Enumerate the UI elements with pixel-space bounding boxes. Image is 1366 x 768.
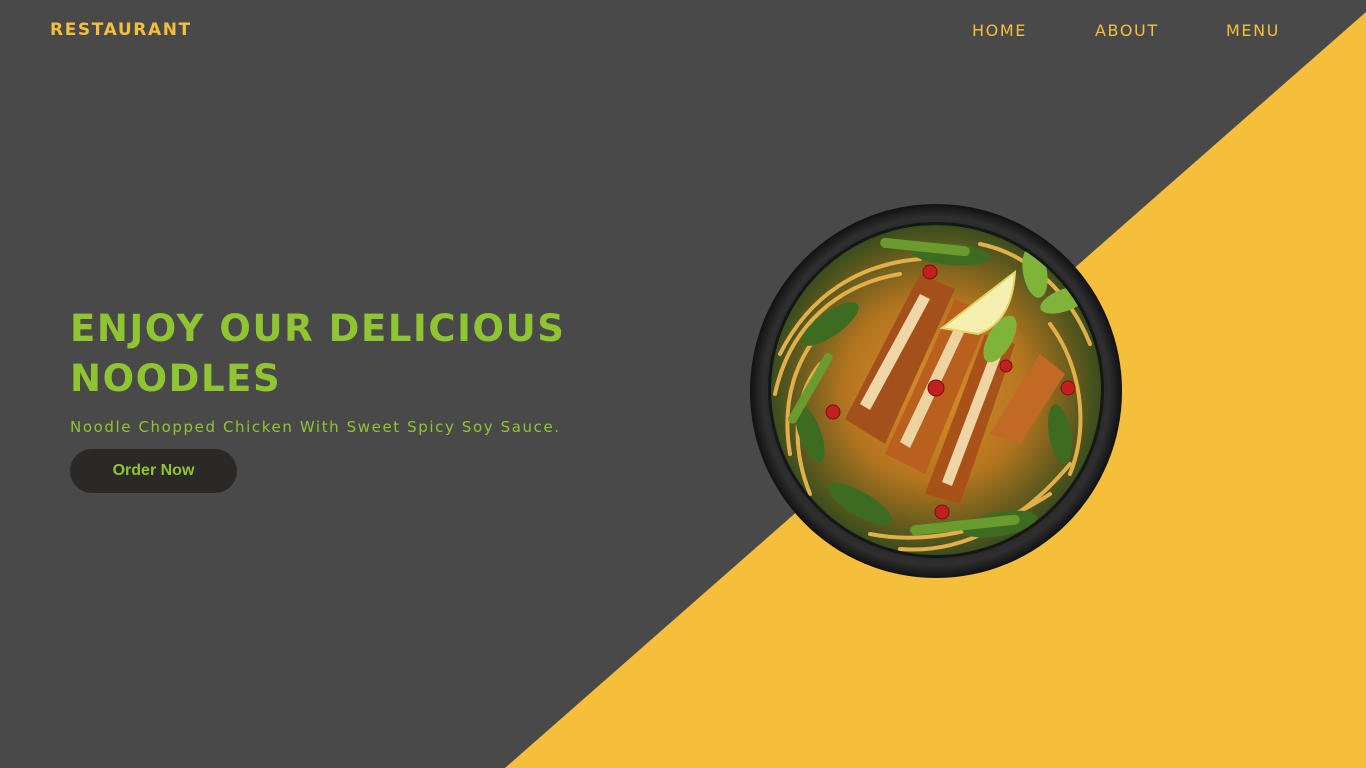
navbar: RESTAURANT HOME ABOUT MENU (0, 0, 1366, 62)
hero-title: ENJOY OUR DELICIOUS NOODLES (70, 304, 710, 404)
order-now-button[interactable]: Order Now (70, 449, 237, 493)
hero-section: ENJOY OUR DELICIOUS NOODLES Noodle Chopp… (70, 304, 710, 493)
nav-home-link[interactable]: HOME (972, 21, 1027, 40)
noodle-bowl-image (750, 204, 1122, 578)
landing-page: RESTAURANT HOME ABOUT MENU ENJOY OUR DEL… (0, 0, 1366, 768)
hero-title-line-2: NOODLES (70, 357, 282, 400)
nav-menu-link[interactable]: MENU (1226, 21, 1280, 40)
noodles-and-greens (771, 225, 1101, 555)
brand-logo[interactable]: RESTAURANT (50, 20, 192, 40)
hero-subtitle: Noodle Chopped Chicken With Sweet Spicy … (70, 418, 561, 436)
nav-about-link[interactable]: ABOUT (1095, 21, 1159, 40)
hero-title-line-1: ENJOY OUR DELICIOUS (70, 307, 566, 350)
